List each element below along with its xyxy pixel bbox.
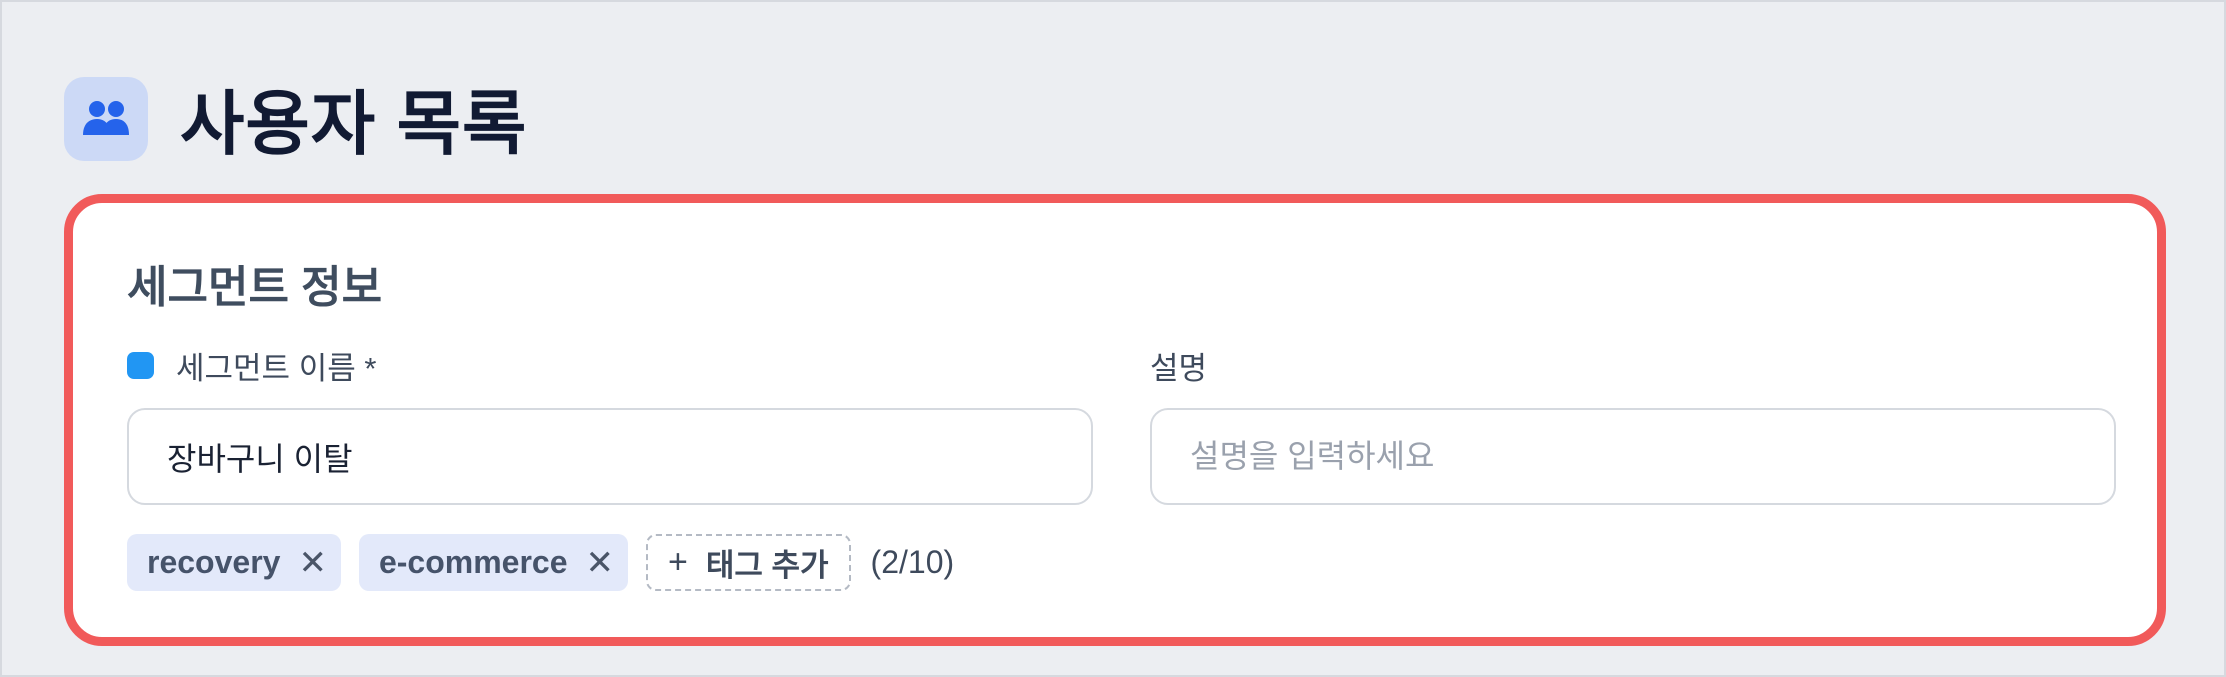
- segment-info-card: 세그먼트 정보 세그먼트 이름 * 설명 recovery ✕ e-commer…: [64, 194, 2166, 646]
- description-label-text: 설명: [1150, 351, 1208, 386]
- tag-label: recovery: [147, 544, 281, 580]
- tag-chip[interactable]: e-commerce ✕: [358, 534, 628, 591]
- users-icon: [64, 76, 148, 161]
- description-label: 설명: [1150, 343, 1207, 388]
- tags-row: recovery ✕ e-commerce ✕ + 태그 추가 (2/10): [127, 534, 954, 591]
- page-title: 사용자 목록: [180, 85, 528, 163]
- tag-chip[interactable]: recovery ✕: [127, 534, 341, 591]
- segment-name-input[interactable]: [127, 408, 1093, 505]
- plus-icon: +: [667, 543, 688, 581]
- segment-name-label: 세그먼트 이름 *: [127, 343, 376, 388]
- close-icon[interactable]: ✕: [298, 543, 327, 583]
- add-tag-button[interactable]: + 태그 추가: [645, 534, 851, 591]
- tag-label: e-commerce: [378, 544, 568, 580]
- page-header: 사용자 목록: [64, 68, 527, 169]
- tag-count: (2/10): [870, 544, 955, 580]
- section-title: 세그먼트 정보: [127, 263, 383, 312]
- close-icon[interactable]: ✕: [585, 543, 614, 583]
- description-input[interactable]: [1150, 408, 2116, 505]
- indicator-dot-icon: [127, 352, 154, 379]
- segment-name-label-text: 세그먼트 이름 *: [176, 351, 377, 386]
- add-tag-label: 태그 추가: [705, 548, 829, 583]
